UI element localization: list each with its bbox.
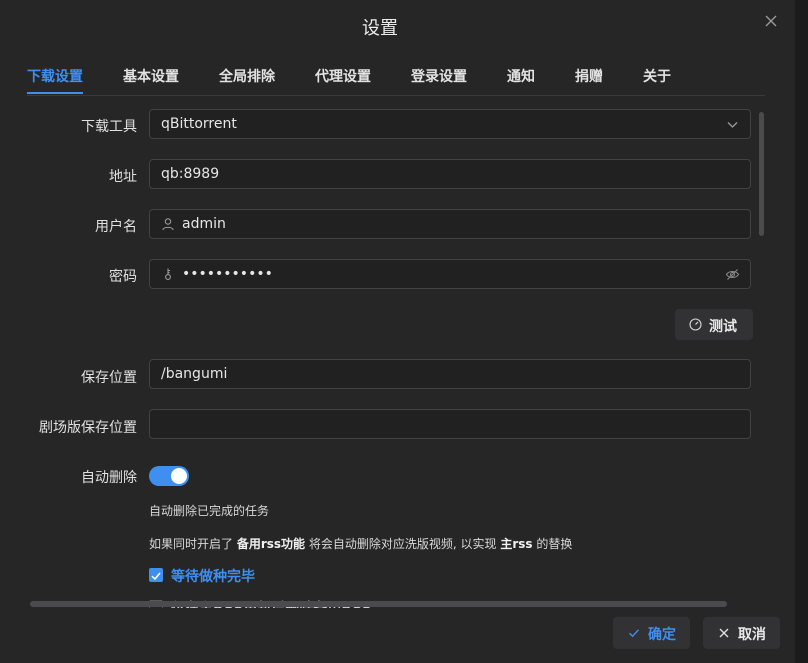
- eye-off-icon[interactable]: [725, 267, 740, 282]
- save-path-label: 保存位置: [81, 370, 137, 386]
- close-icon: [719, 628, 729, 638]
- window-edge: [795, 0, 808, 663]
- username-input[interactable]: admin: [149, 209, 751, 239]
- downloader-select[interactable]: qBittorrent: [149, 109, 751, 139]
- test-connection-button[interactable]: 测试: [675, 309, 753, 340]
- dialog-body: 设置 下载设置 基本设置 全局排除 代理设置 登录设置 通知 捐赠 关于 下载工…: [0, 0, 808, 608]
- password-input[interactable]: •••••••••••: [149, 259, 751, 289]
- auto-delete-note: 如果同时开启了 备用rss功能 将会自动删除对应洗版视频, 以实现 主rss 的…: [149, 535, 572, 552]
- vertical-scrollbar[interactable]: [759, 112, 764, 236]
- cancel-label: 取消: [738, 627, 766, 643]
- cancel-button[interactable]: 取消: [703, 617, 780, 649]
- dialog-title: 设置: [362, 18, 398, 39]
- note-main-rss: 主rss: [500, 537, 533, 551]
- test-button-label: 测试: [709, 319, 737, 335]
- note-suffix: 的替换: [532, 537, 573, 551]
- tab-basic-settings[interactable]: 基本设置: [123, 66, 179, 86]
- key-icon: [165, 268, 171, 280]
- note-backup-rss: 备用rss功能: [236, 537, 306, 551]
- auto-delete-label: 自动删除: [81, 470, 137, 486]
- switch-knob: [171, 468, 187, 484]
- check-icon: [151, 572, 161, 581]
- horizontal-scrollbar[interactable]: [30, 601, 727, 607]
- downloader-label: 下载工具: [81, 119, 137, 135]
- movie-path-label: 剧场版保存位置: [39, 420, 137, 436]
- tab-download-settings[interactable]: 下载设置: [27, 66, 83, 86]
- tab-proxy-settings[interactable]: 代理设置: [315, 66, 371, 86]
- auto-delete-description: 自动删除已完成的任务: [149, 504, 270, 518]
- confirm-label: 确定: [648, 627, 676, 643]
- active-tab-indicator: [27, 92, 83, 94]
- check-icon: [629, 629, 640, 638]
- username-label: 用户名: [95, 219, 137, 235]
- confirm-button[interactable]: 确定: [613, 617, 690, 649]
- user-icon: [162, 218, 174, 231]
- settings-tabs: 下载设置 基本设置 全局排除 代理设置 登录设置 通知 捐赠 关于: [27, 60, 765, 96]
- gauge-icon: [689, 318, 702, 331]
- note-prefix: 如果同时开启了: [149, 537, 237, 551]
- save-path-value: /bangumi: [161, 366, 228, 382]
- password-value: •••••••••••: [182, 266, 273, 282]
- auto-delete-switch[interactable]: [149, 466, 189, 486]
- tab-about[interactable]: 关于: [643, 66, 671, 86]
- tab-notification[interactable]: 通知: [507, 66, 535, 86]
- host-value: qb:8989: [161, 166, 220, 182]
- wait-seeding-label: 等待做种完毕: [171, 569, 255, 585]
- username-value: admin: [182, 216, 226, 232]
- downloader-value: qBittorrent: [161, 116, 237, 132]
- note-middle: 将会自动删除对应洗版视频, 以实现: [305, 537, 501, 551]
- host-input[interactable]: qb:8989: [149, 159, 751, 189]
- password-label: 密码: [109, 269, 137, 285]
- checkbox-checked: [149, 568, 163, 582]
- save-path-input[interactable]: /bangumi: [149, 359, 751, 389]
- host-label: 地址: [109, 169, 137, 185]
- settings-dialog: 设置 下载设置 基本设置 全局排除 代理设置 登录设置 通知 捐赠 关于 下载工…: [0, 0, 808, 663]
- tab-global-exclude[interactable]: 全局排除: [219, 66, 275, 86]
- chevron-down-icon: [727, 122, 738, 128]
- close-icon[interactable]: [762, 12, 780, 30]
- movie-path-input[interactable]: [149, 409, 751, 439]
- tab-donate[interactable]: 捐赠: [575, 66, 603, 86]
- tab-login-settings[interactable]: 登录设置: [411, 66, 467, 86]
